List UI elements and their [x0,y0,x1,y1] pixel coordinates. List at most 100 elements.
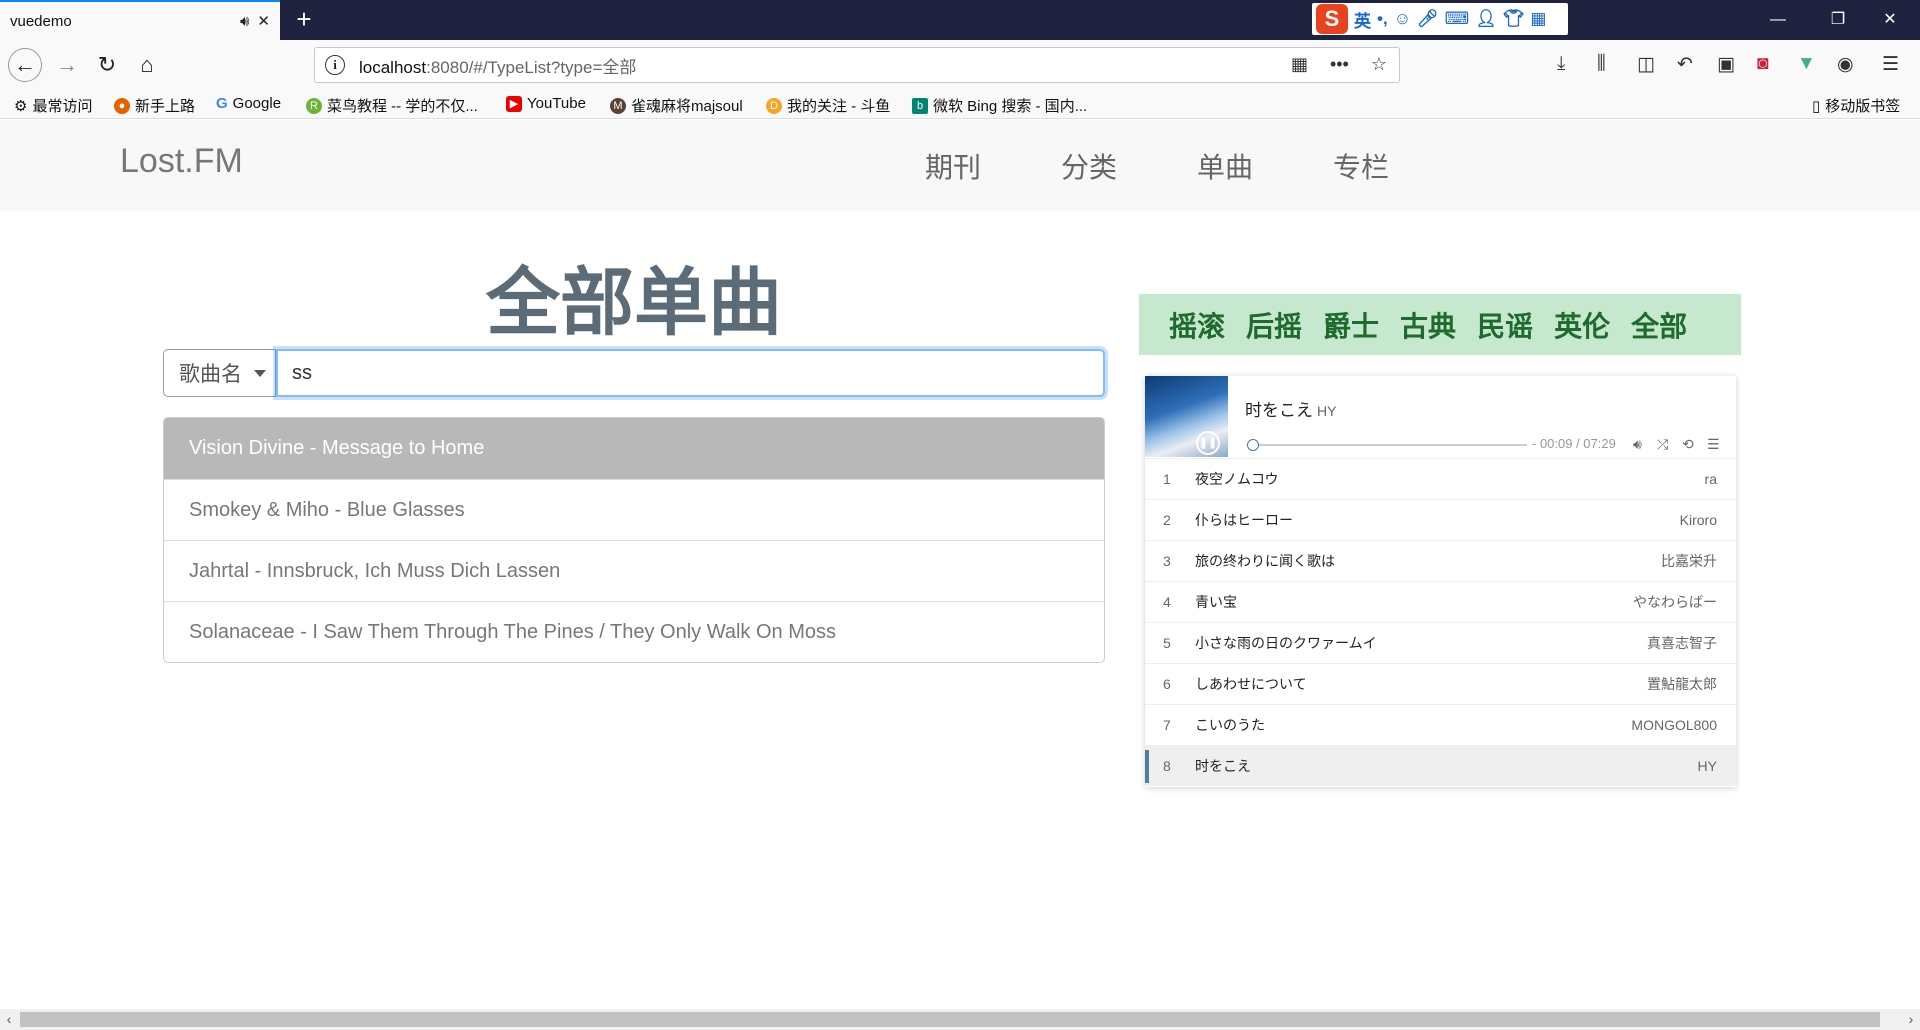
bookmark-youtube[interactable]: ▶ YouTube [506,95,586,112]
playlist-item[interactable]: 1 夜空ノムコウ ra [1145,458,1736,499]
playlist-item[interactable]: 3 旅の终わりに闻く歌は 比嘉栄升 [1145,540,1736,581]
search-result-item[interactable]: Vision Divine - Message to Home [164,418,1104,479]
genre-bar: 摇滚 后摇 爵士 古典 民谣 英伦 全部 [1139,294,1741,355]
browser-titlebar: vuedemo 🔊︎ ✕ + S 英 •, ☺ 🎤︎ ⌨ 👤︎ 👕︎ ▦ — ❐… [0,0,1920,40]
bookmark-most-visited[interactable]: ⚙ 最常访问 [14,95,92,116]
forward-button[interactable]: → [50,48,84,82]
nav-link-columns[interactable]: 专栏 [1333,146,1389,186]
bookmark-star-icon[interactable]: ☆ [1371,54,1387,75]
reload-button[interactable]: ↻ [90,48,124,82]
emoji-icon[interactable]: ☺ [1394,9,1411,29]
search-results-list: Vision Divine - Message to Home Smokey &… [163,417,1105,663]
music-player: ❚❚ 时をこえ HY - 00:09 / 07:29 🔊︎ ⤮ ⟲ ☰ 1 夜空ノム… [1145,376,1736,787]
browser-navbar: ← → ↻ ⌂ i localhost:8080/#/TypeList?type… [0,40,1920,90]
back-button[interactable]: ← [8,48,42,82]
bookmark-mobile[interactable]: ▯ 移动版书签 [1812,95,1900,116]
bookmark-majsoul[interactable]: M 雀魂麻将majsoul [610,95,743,116]
bookmark-runoob[interactable]: R 菜鸟教程 -- 学的不仅... [306,95,478,116]
search-result-item[interactable]: Jahrtal - Innsbruck, Ich Muss Dich Lasse… [164,540,1104,601]
home-button[interactable]: ⌂ [130,48,164,82]
playlist-menu-icon[interactable]: ☰ [1707,436,1720,453]
keyboard-icon[interactable]: ⌨ [1445,9,1470,29]
punctuation-icon[interactable]: •, [1377,9,1388,29]
shuffle-icon[interactable]: ⤮ [1657,436,1668,453]
genre-all[interactable]: 全部 [1631,305,1687,345]
site-navbar: Lost.FM 期刊 分类 单曲 专栏 [0,120,1920,211]
search-bar: 歌曲名 [163,349,1105,397]
search-filter-dropdown[interactable]: 歌曲名 [163,349,276,397]
nav-link-categories[interactable]: 分类 [1061,146,1117,186]
douyu-icon: D [766,97,782,114]
genre-rock[interactable]: 摇滚 [1169,305,1225,345]
ime-toolbar[interactable]: S 英 •, ☺ 🎤︎ ⌨ 👤︎ 👕︎ ▦ [1312,3,1568,35]
url-text[interactable]: localhost:8080/#/TypeList?type=全部 [359,53,636,78]
youtube-icon: ▶ [506,95,522,112]
bookmark-getting-started[interactable]: ● 新手上路 [114,95,195,116]
progress-knob[interactable] [1246,439,1259,451]
nav-link-journals[interactable]: 期刊 [925,146,981,186]
menu-icon[interactable]: ☰ [1882,53,1899,76]
now-playing-title: 时をこえ HY [1245,401,1337,420]
page-actions-icon[interactable]: ••• [1330,54,1349,75]
search-result-item[interactable]: Solanaceae - I Saw Them Through The Pine… [164,601,1104,662]
playlist-item[interactable]: 7 こいのうた MONGOL800 [1145,704,1736,745]
new-tab-button[interactable]: + [288,4,320,36]
search-input[interactable] [276,349,1105,397]
playlist-item-active[interactable]: 8 时をこえ HY [1145,745,1736,786]
genre-britpop[interactable]: 英伦 [1554,305,1610,345]
scrollbar-thumb[interactable] [20,1012,1880,1027]
skin-icon[interactable]: 👕︎ [1503,9,1525,29]
album-cover[interactable]: ❚❚ [1145,376,1228,457]
extension-icon[interactable]: ▣ [1717,53,1735,76]
google-icon: G [216,95,228,112]
playlist-item[interactable]: 5 小さな雨の日のクワァームイ 真喜志智子 [1145,622,1736,663]
restore-button[interactable]: ❐ [1808,0,1868,40]
volume-icon[interactable]: 🔊︎ [1633,436,1642,453]
vue-devtools-icon[interactable]: ▼ [1797,53,1816,75]
scroll-right-icon[interactable]: › [1902,1009,1920,1030]
undo-icon[interactable]: ↶ [1677,53,1693,76]
playlist: 1 夜空ノムコウ ra 2 仆らはヒーロー Kiroro 3 旅の终わりに闻く歌は 比嘉栄升… [1145,458,1736,786]
qr-code-icon[interactable]: ▦ [1291,54,1308,75]
site-brand[interactable]: Lost.FM [120,142,243,181]
library-icon[interactable]: ⫼ [1597,53,1606,75]
playlist-item[interactable]: 2 仆らはヒーロー Kiroro [1145,499,1736,540]
pause-icon[interactable]: ❚❚ [1196,431,1220,455]
genre-classical[interactable]: 古典 [1400,305,1456,345]
url-bar[interactable]: i localhost:8080/#/TypeList?type=全部 ▦ ••… [314,47,1400,83]
bookmark-bing[interactable]: b 微软 Bing 搜索 - 国内... [912,95,1087,116]
gear-icon: ⚙ [14,97,28,115]
nav-link-singles[interactable]: 单曲 [1197,146,1253,186]
browser-tab[interactable]: vuedemo 🔊︎ ✕ [0,0,280,40]
playlist-item[interactable]: 6 しあわせについて 置鮎龍太郎 [1145,663,1736,704]
playback-time: - 00:09 / 07:29 [1532,436,1616,451]
speaker-icon[interactable]: 🔊︎ [240,13,249,30]
majsoul-icon: M [610,97,626,114]
bing-icon: b [912,97,928,114]
page-title: 全部单曲 [486,261,782,344]
pocket-icon[interactable]: ◙ [1757,53,1768,75]
progress-bar[interactable] [1247,444,1527,446]
horizontal-scrollbar[interactable]: ‹ › [0,1009,1920,1030]
sidebar-icon[interactable]: ◫ [1637,53,1655,76]
bookmark-google[interactable]: G Google [216,95,281,112]
close-tab-icon[interactable]: ✕ [257,12,270,30]
account-icon[interactable]: ◉ [1837,53,1854,76]
ime-language[interactable]: 英 [1354,7,1371,32]
scroll-left-icon[interactable]: ‹ [0,1009,18,1030]
genre-post-rock[interactable]: 后摇 [1246,305,1302,345]
download-icon[interactable]: ⤓ [1557,53,1565,75]
genre-jazz[interactable]: 爵士 [1323,305,1379,345]
genre-folk[interactable]: 民谣 [1477,305,1533,345]
search-result-item[interactable]: Smokey & Miho - Blue Glasses [164,479,1104,540]
runoob-icon: R [306,97,322,114]
user-icon[interactable]: 👤︎ [1475,9,1497,29]
minimize-button[interactable]: — [1748,0,1808,40]
apps-icon[interactable]: ▦ [1530,9,1546,29]
microphone-icon[interactable]: 🎤︎ [1417,9,1439,29]
bookmark-douyu[interactable]: D 我的关注 - 斗鱼 [766,95,890,116]
playlist-item[interactable]: 4 青い宝 やなわらばー [1145,581,1736,622]
site-info-icon[interactable]: i [325,55,345,75]
close-window-button[interactable]: ✕ [1860,0,1920,40]
repeat-icon[interactable]: ⟲ [1682,436,1694,453]
